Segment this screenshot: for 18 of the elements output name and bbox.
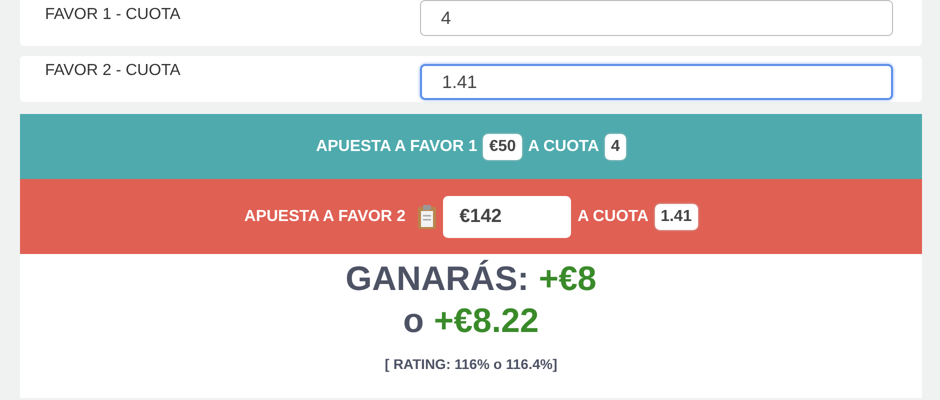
bet-label: APUESTA A FAVOR 1	[316, 138, 478, 156]
odds-value: 4	[605, 134, 626, 160]
odds-input[interactable]: 1.41	[420, 64, 893, 100]
field-label: FAVOR 2 - CUOTA	[45, 62, 182, 80]
odds-value: 1.41	[654, 204, 698, 230]
bet-label: APUESTA A FAVOR 2	[244, 208, 406, 226]
or-text: o	[403, 301, 424, 342]
field-label: FAVOR 1 - CUOTA	[45, 6, 182, 24]
clipboard-icon[interactable]	[417, 204, 438, 230]
odds-input[interactable]: 4	[420, 0, 893, 36]
odds-label: A CUOTA	[528, 138, 600, 156]
stake-input[interactable]: €142	[443, 196, 572, 238]
rating-text: [ RATING: 116% o 116.4%]	[384, 356, 558, 372]
profit-amount: +€8.22	[434, 301, 539, 342]
result-label: GANARÁS:	[346, 258, 529, 300]
odds-label: A CUOTA	[577, 208, 649, 226]
profit-amount: +€8	[538, 259, 596, 300]
stake-value: €50	[483, 134, 522, 160]
